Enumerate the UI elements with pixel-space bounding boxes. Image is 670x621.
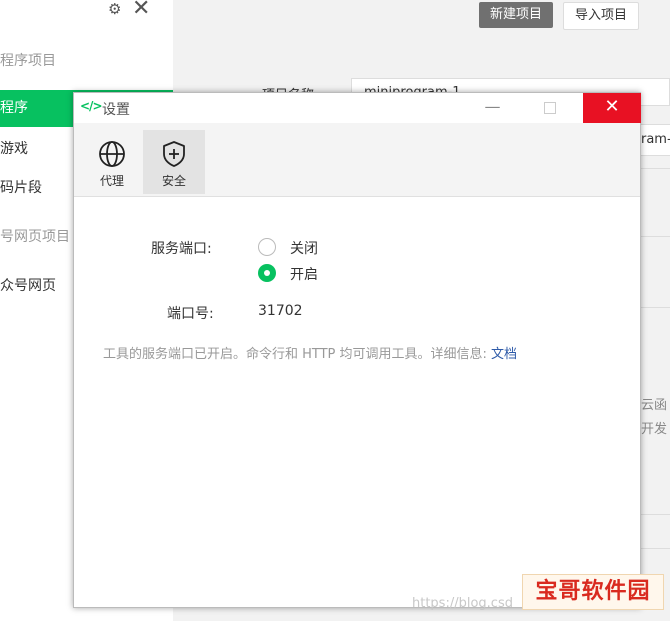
maximize-icon [543,102,556,114]
radio-off[interactable] [258,238,276,256]
tab-proxy-label: 代理 [99,174,124,188]
port-number-label: 端口号: [167,306,214,322]
sidebar-item-code-snippet[interactable]: 代码片段 [0,177,42,197]
tab-security-label: 安全 [161,174,186,188]
side-text-dev: 开发 [641,422,668,437]
bug-icon[interactable]: ⚙ [108,0,121,18]
new-project-button[interactable]: 新建项目 [479,2,554,28]
settings-dialog: </> 设置 — ✕ 代理 安全 服务端口: 关闭 开启 端口号: 31702 … [73,92,641,608]
docs-link[interactable]: 文档 [491,347,517,362]
hint-text: 工具的服务端口已开启。命令行和 HTTP 均可调用工具。详细信息: 文档 [103,345,573,364]
dialog-title: 设置 [102,102,130,118]
dialog-titlebar[interactable]: </> 设置 — ✕ [74,93,641,123]
hint-message: 工具的服务端口已开启。命令行和 HTTP 均可调用工具。详细信息: [103,347,492,362]
import-project-button[interactable]: 导入项目 [563,2,640,30]
sidebar-item-label: 小程序 [0,100,28,116]
tab-security[interactable]: 安全 [143,130,205,194]
watermark-logo: 宝哥软件园 [522,574,664,610]
port-number-value: 31702 [258,303,303,319]
divider [641,236,670,237]
side-text-cloud: 云函 [641,398,668,413]
radio-off-label[interactable]: 关闭 [290,238,318,258]
tab-proxy[interactable]: 代理 [81,130,143,194]
shield-plus-icon [163,141,185,167]
sidebar-category-webpage: 公众号网页项目 [0,229,70,245]
radio-on[interactable] [258,264,276,282]
close-icon[interactable]: ✕ [132,0,150,21]
sidebar-item-official-webpage[interactable]: 公众号网页 [0,275,56,295]
divider [641,548,670,549]
close-button[interactable]: ✕ [583,93,641,123]
settings-toolbar: 代理 安全 [74,123,640,197]
code-icon: </> [80,99,102,113]
sidebar-category-miniprogram: 小程序项目 [0,53,56,69]
divider [641,307,670,308]
sidebar-item-minigame[interactable]: 小游戏 [0,138,28,158]
divider [641,514,670,515]
service-port-label: 服务端口: [151,241,212,257]
maximize-button[interactable] [527,93,572,123]
divider [641,168,670,169]
globe-icon [99,141,125,167]
watermark-url: https://blog.csd [412,596,513,611]
directory-input[interactable]: ram- [640,124,670,156]
radio-on-label[interactable]: 开启 [290,264,318,284]
minimize-button[interactable]: — [470,93,515,123]
